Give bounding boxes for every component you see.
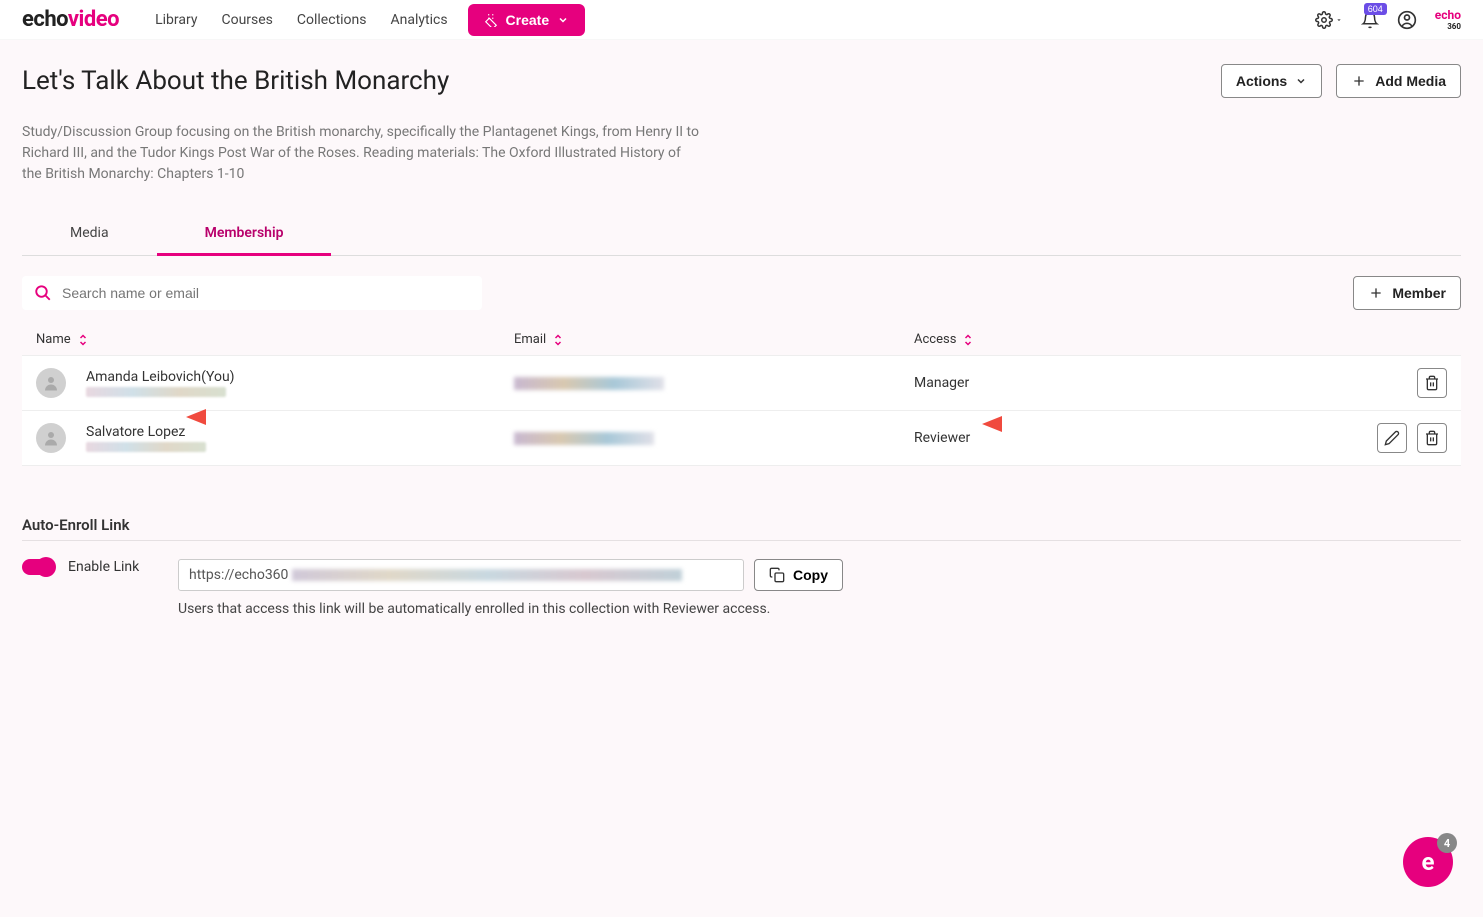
- account-button[interactable]: [1397, 10, 1417, 30]
- nav-analytics[interactable]: Analytics: [391, 12, 448, 28]
- page-header: Let's Talk About the British Monarchy Ac…: [22, 64, 1461, 98]
- plus-icon: [1351, 73, 1367, 89]
- tabs: Media Membership: [22, 213, 1461, 256]
- redacted-text: [86, 442, 206, 452]
- notifications-badge: 604: [1364, 3, 1387, 15]
- edit-button[interactable]: [1377, 423, 1407, 453]
- avatar: [36, 368, 66, 398]
- avatar: [36, 423, 66, 453]
- top-bar: echovideo Library Courses Collections An…: [0, 0, 1483, 40]
- create-label: Create: [506, 12, 550, 28]
- member-access: Manager: [914, 375, 969, 391]
- filter-row: Member: [22, 276, 1461, 310]
- search-input[interactable]: [62, 285, 470, 301]
- enable-link-toggle[interactable]: [22, 559, 54, 575]
- auto-enroll-title: Auto-Enroll Link: [22, 516, 1461, 534]
- delete-button[interactable]: [1417, 423, 1447, 453]
- chevron-down-icon: [1295, 75, 1307, 87]
- enroll-hint: Users that access this link will be auto…: [178, 601, 843, 617]
- redacted-email: [514, 432, 654, 445]
- fab-icon: e: [1422, 848, 1435, 876]
- add-member-button[interactable]: Member: [1353, 276, 1461, 310]
- tab-media[interactable]: Media: [22, 213, 157, 255]
- enable-link-label: Enable Link: [68, 559, 164, 575]
- table-row: Amanda Leibovich(You) Manager: [22, 355, 1461, 411]
- member-label: Member: [1392, 285, 1446, 301]
- help-fab[interactable]: e 4: [1403, 837, 1453, 887]
- copy-button[interactable]: Copy: [754, 559, 843, 591]
- brand-part1: echo: [22, 7, 68, 32]
- member-access: Reviewer: [914, 430, 970, 446]
- actions-label: Actions: [1236, 73, 1287, 89]
- divider: [22, 540, 1461, 541]
- fab-badge: 4: [1437, 833, 1457, 853]
- copy-icon: [769, 567, 785, 583]
- header-name[interactable]: Name: [36, 332, 514, 347]
- nav-courses[interactable]: Courses: [221, 12, 272, 28]
- brand-part2: video: [68, 7, 119, 32]
- search-icon: [34, 284, 52, 302]
- chevron-down-icon: [557, 14, 569, 26]
- sort-icon: [962, 333, 974, 347]
- actions-button[interactable]: Actions: [1221, 64, 1322, 98]
- main-content: Let's Talk About the British Monarchy Ac…: [0, 40, 1483, 641]
- table-header: Name Email Access: [22, 324, 1461, 355]
- redacted-email: [514, 377, 664, 390]
- redacted-text: [86, 387, 226, 397]
- header-email[interactable]: Email: [514, 332, 914, 347]
- redacted-link: [292, 569, 682, 581]
- top-right-controls: 604 echo360: [1315, 8, 1461, 31]
- add-media-label: Add Media: [1375, 73, 1446, 89]
- copy-label: Copy: [793, 567, 828, 583]
- create-button[interactable]: Create: [468, 4, 586, 36]
- delete-button[interactable]: [1417, 368, 1447, 398]
- main-nav: Library Courses Collections Analytics: [155, 12, 447, 28]
- brand-logo[interactable]: echovideo: [22, 7, 119, 32]
- trash-icon: [1424, 375, 1440, 391]
- enroll-link-input[interactable]: https://echo360: [178, 559, 744, 591]
- link-prefix: https://echo360: [189, 567, 288, 583]
- header-actions: Actions Add Media: [1221, 64, 1461, 98]
- tab-membership[interactable]: Membership: [157, 213, 332, 256]
- caret-down-icon: [1335, 16, 1343, 24]
- pencil-icon: [1384, 430, 1400, 446]
- search-wrap: [22, 276, 482, 310]
- settings-button[interactable]: [1315, 11, 1343, 29]
- nav-collections[interactable]: Collections: [297, 12, 367, 28]
- page-description: Study/Discussion Group focusing on the B…: [22, 122, 702, 185]
- sort-icon: [552, 333, 564, 347]
- table-row: Salvatore Lopez Reviewer: [22, 411, 1461, 466]
- add-media-button[interactable]: Add Media: [1336, 64, 1461, 98]
- page-title: Let's Talk About the British Monarchy: [22, 66, 449, 96]
- notifications-button[interactable]: 604: [1361, 11, 1379, 29]
- secondary-logo[interactable]: echo360: [1435, 8, 1461, 31]
- member-name: Amanda Leibovich(You): [86, 369, 235, 385]
- plus-icon: [1368, 285, 1384, 301]
- sort-icon: [77, 333, 89, 347]
- auto-enroll-section: Enable Link https://echo360 Copy Users t…: [22, 559, 1461, 617]
- gear-icon: [1315, 11, 1333, 29]
- member-name: Salvatore Lopez: [86, 424, 206, 440]
- trash-icon: [1424, 430, 1440, 446]
- header-access[interactable]: Access: [914, 332, 1337, 347]
- user-circle-icon: [1397, 10, 1417, 30]
- wand-icon: [484, 13, 498, 27]
- nav-library[interactable]: Library: [155, 12, 197, 28]
